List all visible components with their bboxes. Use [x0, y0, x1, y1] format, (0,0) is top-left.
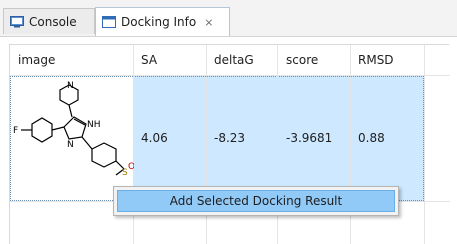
menu-item-add-selected-docking-result[interactable]: Add Selected Docking Result	[117, 190, 395, 212]
tab-docking-info-label: Docking Info	[121, 15, 197, 29]
tab-console-label: Console	[29, 14, 77, 29]
cell-deltag: -8.23	[214, 131, 246, 145]
atom-label-oxygen: O	[128, 162, 134, 172]
column-header-sa[interactable]: SA	[141, 45, 157, 75]
close-icon[interactable]: ⨯	[204, 16, 213, 29]
tab-console[interactable]: Console	[3, 8, 95, 34]
molecule-structure: N F NH N S O	[13, 81, 134, 178]
console-icon	[10, 15, 24, 28]
column-header-image[interactable]: image	[18, 45, 55, 75]
tab-docking-info[interactable]: Docking Info ⨯	[95, 7, 230, 36]
column-header-rmsd[interactable]: RMSD	[358, 45, 394, 75]
context-menu: Add Selected Docking Result	[113, 186, 399, 216]
atom-label-nitrogen: N	[67, 81, 74, 91]
atom-label-fluorine: F	[13, 126, 18, 136]
docking-info-view: Console Docking Info ⨯ image SA deltaG s…	[0, 0, 457, 244]
tab-strip: Console Docking Info ⨯	[0, 0, 457, 37]
column-header-deltag[interactable]: deltaG	[214, 45, 254, 75]
cell-sa: 4.06	[141, 131, 168, 145]
cell-score: -3.9681	[286, 131, 333, 145]
docking-info-icon	[102, 16, 116, 28]
header-divider	[10, 75, 450, 76]
cell-rmsd: 0.88	[358, 131, 385, 145]
atom-label-nitrogen: N	[67, 140, 74, 150]
column-header-score[interactable]: score	[286, 45, 318, 75]
atom-label-nh: NH	[87, 120, 101, 130]
